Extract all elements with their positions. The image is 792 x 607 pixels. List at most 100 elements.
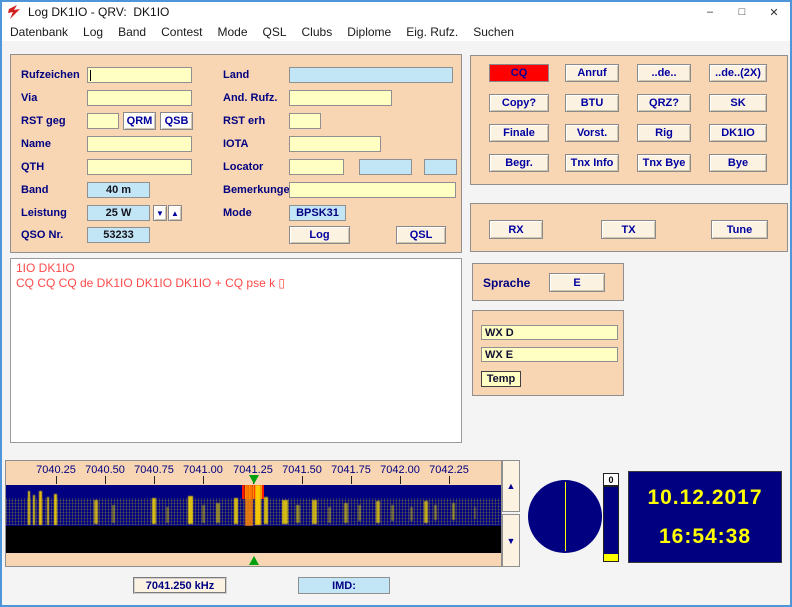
- iota-input[interactable]: [289, 136, 381, 152]
- menu-log[interactable]: Log: [83, 25, 103, 39]
- menu-mode[interactable]: Mode: [217, 25, 247, 39]
- menu-diplome[interactable]: Diplome: [347, 25, 391, 39]
- wx-e-field[interactable]: WX E: [481, 347, 618, 362]
- menu-suchen[interactable]: Suchen: [473, 25, 514, 39]
- waterfall-signal: [54, 494, 57, 525]
- macro-button-cq[interactable]: CQ: [489, 64, 549, 82]
- freq-tick-label: 7041.00: [183, 464, 223, 476]
- menu-datenbank[interactable]: Datenbank: [10, 25, 68, 39]
- waterfall-signal: [166, 507, 169, 523]
- leistung-down-button[interactable]: ▼: [153, 205, 167, 221]
- transport-panel: RX TX Tune: [470, 203, 788, 252]
- qso-nr-value[interactable]: 53233: [87, 227, 150, 243]
- log-button[interactable]: Log: [289, 226, 350, 244]
- macro-button-sk[interactable]: SK: [709, 94, 767, 112]
- leistung-value[interactable]: 25 W: [87, 205, 150, 221]
- locator-input[interactable]: [289, 159, 344, 175]
- locator-label: Locator: [223, 161, 264, 173]
- freq-tick: [351, 476, 352, 484]
- macro-button-anruf[interactable]: Anruf: [565, 64, 619, 82]
- macro-button-de2x[interactable]: ..de..(2X): [709, 64, 767, 82]
- window-controls: – □ ✕: [694, 2, 790, 22]
- waterfall-signal: [28, 491, 30, 525]
- macro-button-qrz[interactable]: QRZ?: [637, 94, 691, 112]
- menu-band[interactable]: Band: [118, 25, 146, 39]
- waterfall-signal: [188, 496, 193, 524]
- band-value[interactable]: 40 m: [87, 182, 150, 198]
- menu-clubs[interactable]: Clubs: [302, 25, 333, 39]
- land-input[interactable]: [289, 67, 453, 83]
- sprache-value-button[interactable]: E: [549, 273, 605, 292]
- rst-geg-input[interactable]: [87, 113, 119, 129]
- rx-terminal[interactable]: 1IO DK1IO CQ CQ CQ de DK1IO DK1IO DK1IO …: [10, 258, 462, 443]
- imd-readout: IMD:: [298, 577, 390, 594]
- via-input[interactable]: [87, 90, 192, 106]
- spectrum-down-button[interactable]: ▼: [502, 514, 520, 567]
- tune-marker-down-icon: [249, 475, 259, 484]
- rx-button[interactable]: RX: [489, 220, 543, 239]
- waterfall-signal: [434, 505, 437, 520]
- tune-button[interactable]: Tune: [711, 220, 768, 239]
- rufzeichen-input[interactable]: [87, 67, 192, 83]
- tx-button[interactable]: TX: [601, 220, 656, 239]
- menu-eig-rufz[interactable]: Eig. Rufz.: [406, 25, 458, 39]
- macro-button-btu[interactable]: BTU: [565, 94, 619, 112]
- sprache-label: Sprache: [483, 276, 531, 290]
- and-rufz-input[interactable]: [289, 90, 392, 106]
- scope-phase-line: [565, 482, 566, 551]
- close-icon[interactable]: ✕: [758, 2, 790, 22]
- waterfall-signal: [47, 497, 49, 525]
- menu-bar: Datenbank Log Band Contest Mode QSL Club…: [2, 22, 790, 41]
- macro-button-finale[interactable]: Finale: [489, 124, 549, 142]
- freq-tick-label: 7040.50: [85, 464, 125, 476]
- name-label: Name: [21, 138, 51, 150]
- temp-button[interactable]: Temp: [481, 371, 521, 387]
- locator-field-2[interactable]: [359, 159, 412, 175]
- waterfall-signal: [216, 503, 220, 523]
- signal-meter: [603, 486, 619, 562]
- qso-nr-label: QSO Nr.: [21, 229, 64, 241]
- macro-button-bye[interactable]: Bye: [709, 154, 767, 172]
- spectrum-up-button[interactable]: ▲: [502, 460, 520, 512]
- freq-tick: [56, 476, 57, 484]
- macro-button-tnx-bye[interactable]: Tnx Bye: [637, 154, 691, 172]
- wx-d-field[interactable]: WX D: [481, 325, 618, 340]
- minimize-icon[interactable]: –: [694, 2, 726, 22]
- waterfall-signal: [312, 500, 317, 524]
- freq-tick-label: 7041.50: [282, 464, 322, 476]
- text-caret: [90, 69, 91, 81]
- waterfall-signal: [410, 507, 413, 521]
- qth-input[interactable]: [87, 159, 192, 175]
- waterfall-band[interactable]: [6, 485, 501, 526]
- locator-field-3[interactable]: [424, 159, 457, 175]
- macro-button-tnx-info[interactable]: Tnx Info: [565, 154, 619, 172]
- frequency-readout: 7041.250 kHz: [133, 577, 227, 594]
- rst-erh-input[interactable]: [289, 113, 321, 129]
- qrm-button[interactable]: QRM: [123, 112, 156, 130]
- qsl-button[interactable]: QSL: [396, 226, 446, 244]
- freq-tick-label: 7040.75: [134, 464, 174, 476]
- name-input[interactable]: [87, 136, 192, 152]
- macro-button-vorst[interactable]: Vorst.: [565, 124, 619, 142]
- macro-button-dk1io[interactable]: DK1IO: [709, 124, 767, 142]
- app-window: Log DK1IO - QRV: DK1IO – □ ✕ Datenbank L…: [0, 0, 792, 607]
- mode-value[interactable]: BPSK31: [289, 205, 346, 221]
- macro-button-copy[interactable]: Copy?: [489, 94, 549, 112]
- macro-button-begr[interactable]: Begr.: [489, 154, 549, 172]
- rst-erh-label: RST erh: [223, 115, 266, 127]
- waterfall-signal: [112, 505, 115, 523]
- waterfall-signal: [391, 505, 394, 521]
- freq-tick: [302, 476, 303, 484]
- waterfall-signal: [245, 485, 253, 526]
- menu-contest[interactable]: Contest: [161, 25, 202, 39]
- bemerkungen-input[interactable]: [289, 182, 456, 198]
- waterfall-signal: [264, 497, 268, 524]
- qsb-button[interactable]: QSB: [160, 112, 193, 130]
- qth-label: QTH: [21, 161, 45, 173]
- macro-button-rig[interactable]: Rig: [637, 124, 691, 142]
- menu-qsl[interactable]: QSL: [263, 25, 287, 39]
- leistung-up-button[interactable]: ▲: [168, 205, 182, 221]
- waterfall-signal: [202, 505, 205, 523]
- maximize-icon[interactable]: □: [726, 2, 758, 22]
- macro-button-de[interactable]: ..de..: [637, 64, 691, 82]
